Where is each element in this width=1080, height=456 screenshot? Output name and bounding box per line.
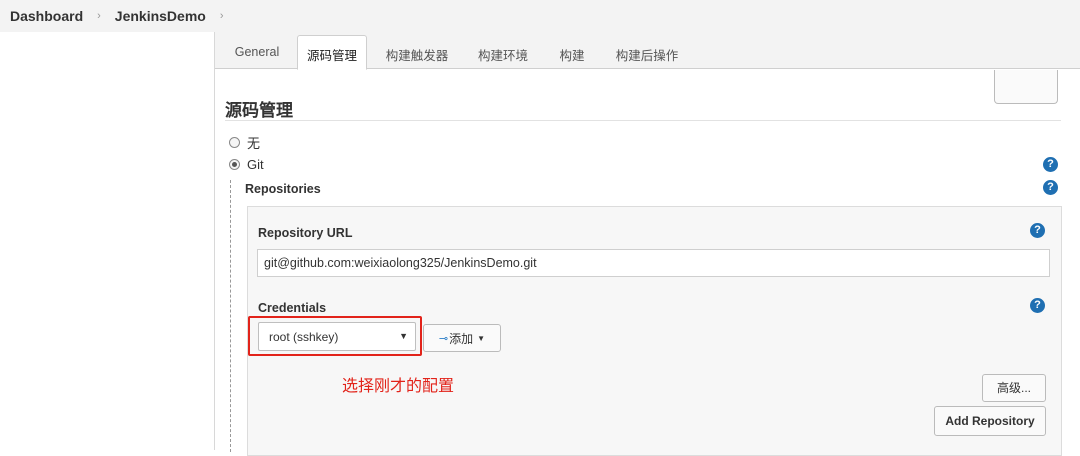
section-divider (225, 120, 1061, 121)
add-repository-button[interactable]: Add Repository (934, 406, 1046, 436)
advanced-button[interactable]: 高级... (982, 374, 1046, 402)
breadcrumb-separator-icon[interactable]: › (220, 10, 224, 22)
tab-general[interactable]: General (227, 40, 287, 69)
add-credentials-label: 添加 (449, 331, 474, 346)
radio-unchecked-icon[interactable] (229, 137, 240, 148)
help-icon[interactable]: ? (1030, 223, 1045, 238)
tab-post-build-actions[interactable]: 构建后操作 (611, 40, 683, 69)
tab-build[interactable]: 构建 (551, 40, 593, 69)
key-icon: ⊸ (438, 332, 449, 345)
tab-build-environment[interactable]: 构建环境 (473, 40, 533, 69)
config-tab-bar: General 源码管理 构建触发器 构建环境 构建 构建后操作 (215, 32, 1080, 70)
breadcrumb-separator-icon: › (97, 10, 101, 22)
tab-source-management[interactable]: 源码管理 (297, 35, 367, 70)
git-section-guide (230, 180, 231, 452)
config-panel: General 源码管理 构建触发器 构建环境 构建 构建后操作 源码管理 无 … (214, 32, 1080, 456)
breadcrumb-jenkinsdemo[interactable]: JenkinsDemo (115, 8, 206, 24)
dropdown-caret-icon: ▼ (477, 333, 486, 343)
repository-url-label: Repository URL (258, 226, 353, 240)
annotation-highlight-box (248, 316, 422, 356)
scm-option-git[interactable]: Git (229, 157, 264, 172)
scm-option-git-label: Git (247, 157, 264, 172)
radio-checked-icon[interactable] (229, 159, 240, 170)
partial-button[interactable] (994, 70, 1058, 104)
help-icon[interactable]: ? (1030, 298, 1045, 313)
help-icon[interactable]: ? (1043, 180, 1058, 195)
repositories-label: Repositories (245, 182, 321, 196)
add-credentials-button[interactable]: ⊸ 添加 ▼ (423, 324, 501, 352)
section-title: 源码管理 (225, 101, 293, 120)
repository-url-input[interactable]: git@github.com:weixiaolong325/JenkinsDem… (257, 249, 1050, 277)
breadcrumb: Dashboard › JenkinsDemo › (0, 0, 1080, 32)
scm-option-none-label: 无 (247, 136, 261, 151)
breadcrumb-dashboard[interactable]: Dashboard (10, 8, 83, 24)
credentials-label: Credentials (258, 301, 327, 315)
tab-build-triggers[interactable]: 构建触发器 (381, 40, 453, 69)
annotation-text: 选择刚才的配置 (342, 378, 455, 395)
scm-option-none[interactable]: 无 (229, 133, 260, 152)
help-icon[interactable]: ? (1043, 157, 1058, 172)
